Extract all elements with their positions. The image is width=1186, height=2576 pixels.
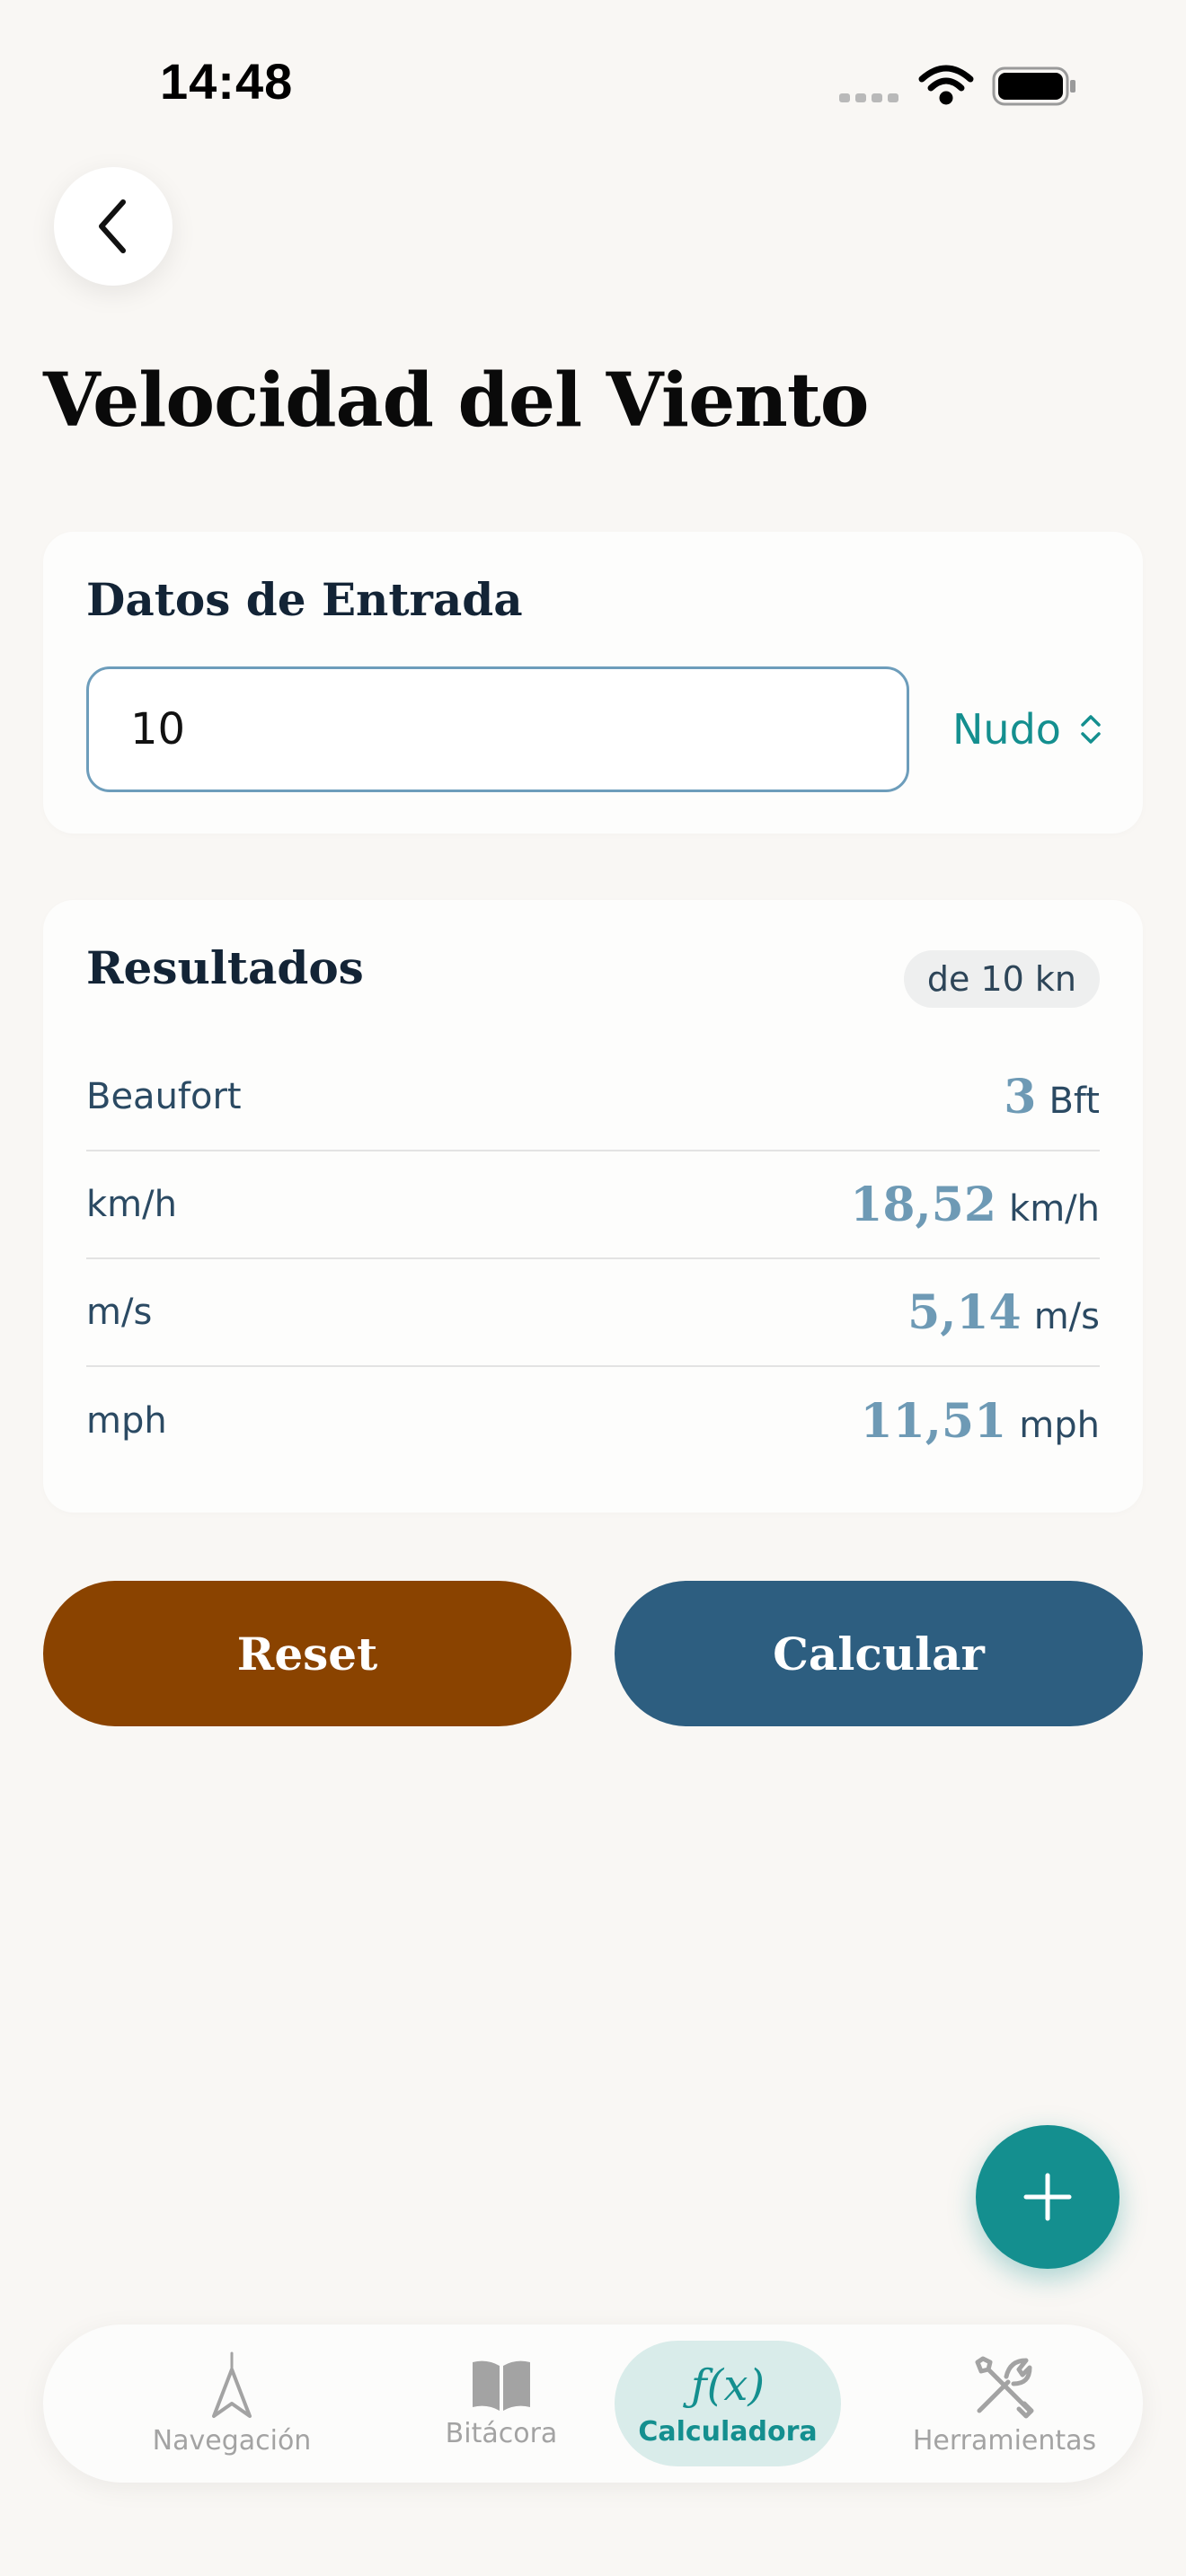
results-card-heading: Resultados bbox=[86, 941, 364, 994]
tab-label: Herramientas bbox=[912, 2424, 1097, 2457]
wind-speed-input[interactable] bbox=[86, 666, 909, 792]
result-unit: Bft bbox=[1049, 1080, 1100, 1122]
tab-calculadora[interactable]: ƒ(x) Calculadora bbox=[615, 2325, 841, 2483]
chevron-up-down-icon bbox=[1081, 715, 1101, 744]
result-unit: m/s bbox=[1033, 1295, 1100, 1337]
result-label: mph bbox=[86, 1400, 167, 1442]
result-row-mph: mph 11,51 mph bbox=[86, 1367, 1100, 1475]
unit-select[interactable]: Nudo bbox=[952, 693, 1102, 765]
results-card: Resultados de 10 kn Beaufort 3 Bft km/h … bbox=[43, 900, 1143, 1513]
signal-dots-icon bbox=[839, 93, 898, 102]
input-card-heading: Datos de Entrada bbox=[86, 573, 523, 626]
tab-bitacora[interactable]: Bitácora bbox=[376, 2325, 627, 2483]
tab-label: Navegación bbox=[152, 2424, 312, 2457]
result-value: 18,52 bbox=[850, 1177, 997, 1232]
result-value: 3 bbox=[1004, 1069, 1037, 1125]
status-indicators bbox=[839, 65, 1082, 110]
tab-navegacion[interactable]: Navegación bbox=[106, 2325, 358, 2483]
page-title: Velocidad del Viento bbox=[43, 357, 869, 444]
reset-button[interactable]: Reset bbox=[43, 1581, 571, 1726]
result-row-kmh: km/h 18,52 km/h bbox=[86, 1151, 1100, 1259]
compass-arrow-icon bbox=[212, 2351, 252, 2418]
result-row-beaufort: Beaufort 3 Bft bbox=[86, 1044, 1100, 1151]
result-value: 11,51 bbox=[860, 1393, 1007, 1449]
book-icon bbox=[473, 2360, 530, 2411]
tab-herramientas[interactable]: Herramientas bbox=[870, 2325, 1139, 2483]
battery-icon bbox=[992, 66, 1075, 106]
calculate-button[interactable]: Calcular bbox=[615, 1581, 1143, 1726]
result-label: Beaufort bbox=[86, 1076, 242, 1117]
result-unit: mph bbox=[1019, 1404, 1100, 1446]
wifi-icon bbox=[918, 65, 974, 105]
unit-select-label: Nudo bbox=[952, 705, 1061, 754]
plus-icon bbox=[1023, 2173, 1072, 2221]
function-icon: ƒ(x) bbox=[690, 2360, 766, 2411]
input-card: Datos de Entrada Nudo bbox=[43, 532, 1143, 834]
result-unit: km/h bbox=[1009, 1187, 1100, 1230]
result-value: 5,14 bbox=[907, 1284, 1022, 1340]
chevron-left-icon bbox=[99, 199, 126, 253]
tab-label: Calculadora bbox=[638, 2415, 818, 2448]
tab-label: Bitácora bbox=[445, 2417, 558, 2449]
back-button[interactable] bbox=[54, 167, 173, 286]
result-label: km/h bbox=[86, 1184, 177, 1225]
source-badge: de 10 kn bbox=[903, 950, 1100, 1008]
add-button[interactable] bbox=[976, 2125, 1120, 2269]
status-time: 14:48 bbox=[160, 53, 294, 110]
result-label: m/s bbox=[86, 1292, 153, 1333]
result-row-ms: m/s 5,14 m/s bbox=[86, 1259, 1100, 1367]
tab-bar: Navegación Bitácora ƒ(x) Calculadora Her… bbox=[43, 2325, 1143, 2483]
tools-icon bbox=[975, 2356, 1034, 2418]
